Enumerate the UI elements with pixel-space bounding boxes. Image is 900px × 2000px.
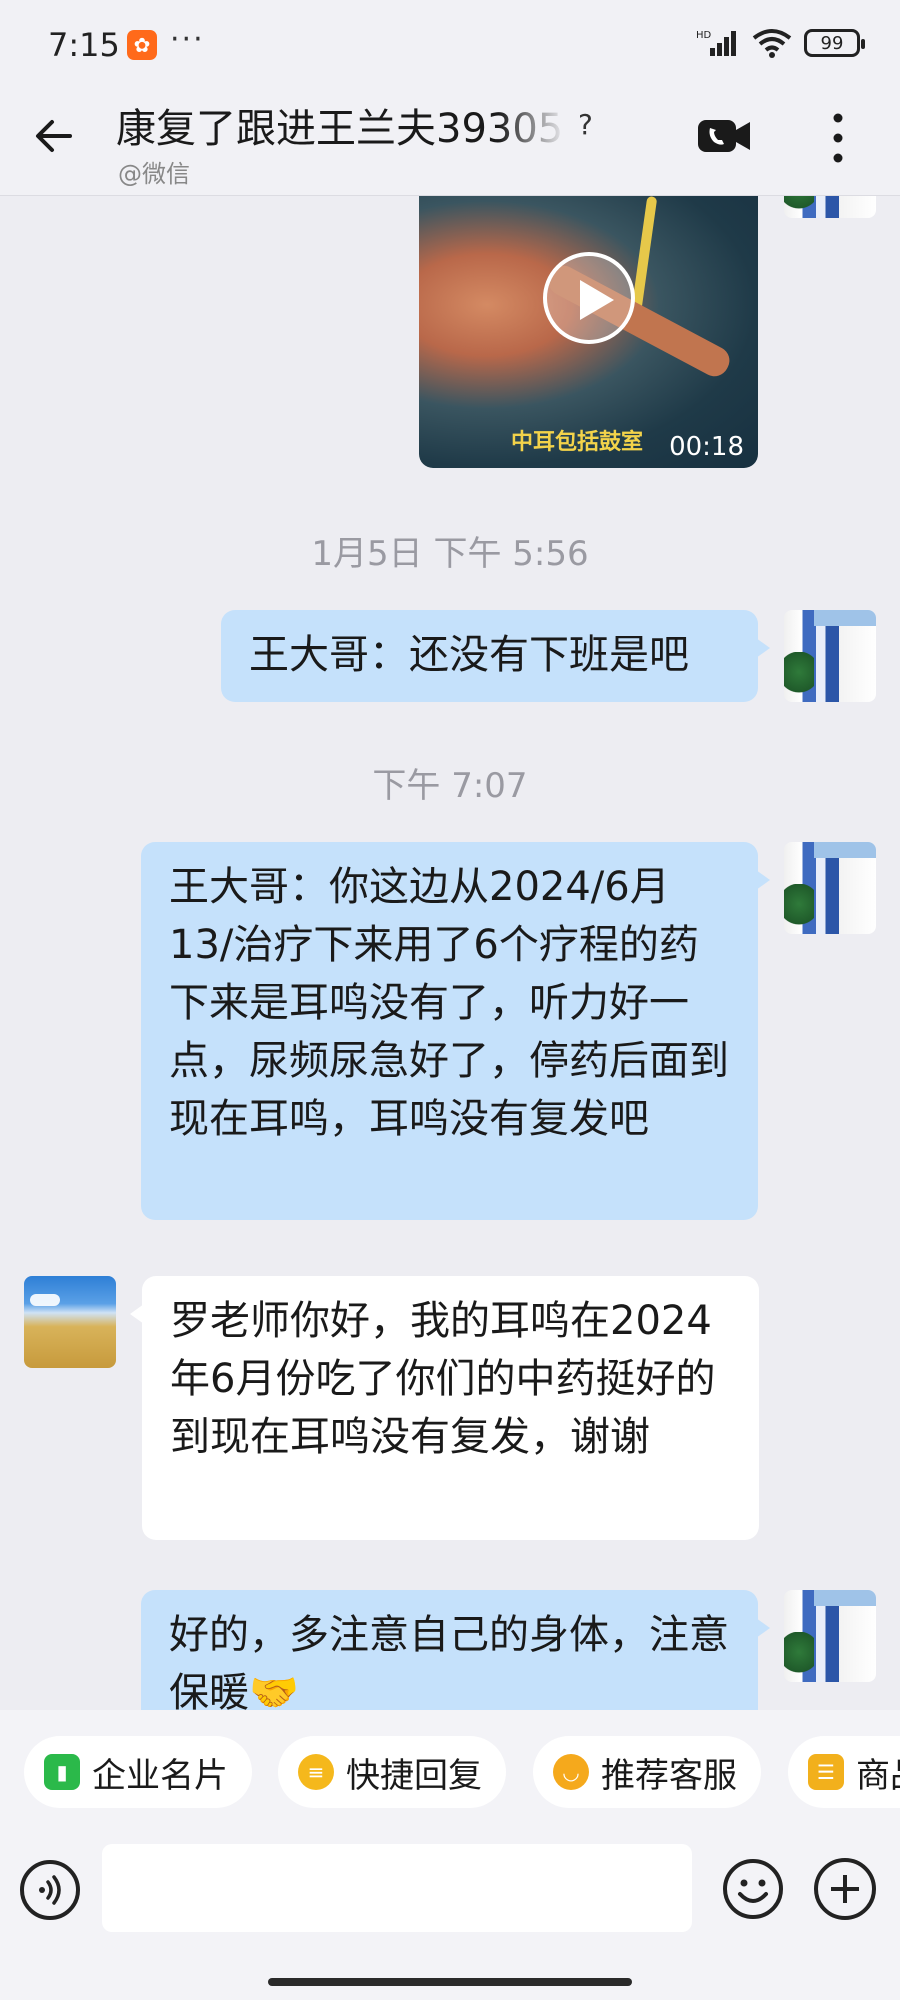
back-arrow-icon[interactable] [30, 112, 78, 160]
input-bar [0, 1830, 900, 2000]
business-card-icon: ▮ [44, 1754, 80, 1790]
chip-quick-reply[interactable]: ≡ 快捷回复 [278, 1736, 506, 1808]
status-bar: 7:15 ✿ ··· HD 99 [0, 0, 900, 90]
plus-icon[interactable] [814, 1858, 876, 1920]
video-duration: 00:18 [669, 432, 744, 462]
quick-reply-icon: ≡ [298, 1754, 334, 1790]
status-more-dots: ··· [170, 22, 205, 57]
status-indicators: HD 99 [696, 28, 865, 58]
message-bubble-outgoing[interactable]: 好的，多注意自己的身体，注意保暖🤝 [141, 1590, 770, 1710]
chip-label: 快捷回复 [346, 1755, 482, 1796]
avatar-self[interactable] [784, 1590, 876, 1682]
wifi-icon [752, 29, 792, 58]
handshake-icon: 🤝 [249, 1670, 299, 1710]
video-call-icon[interactable] [696, 116, 752, 156]
avatar-self[interactable] [784, 196, 876, 218]
message-bubble-outgoing[interactable]: 王大哥：你这边从2024/6月13/治疗下来用了6个疗程的药下来是耳鸣没有了，听… [141, 842, 770, 1220]
chip-product[interactable]: ☰ 商品 [788, 1736, 900, 1808]
voice-icon [39, 1875, 61, 1905]
message-input[interactable] [102, 1844, 692, 1932]
battery-icon: 99 [804, 29, 865, 57]
quick-actions-bar[interactable]: ▮ 企业名片 ≡ 快捷回复 ◡ 推荐客服 ☰ 商品 [0, 1710, 900, 1830]
chat-messages[interactable]: 中耳包括鼓室 00:18 1月5日 下午 5:56 王大哥：还没有下班是吧 下午… [0, 196, 900, 1710]
chip-business-card[interactable]: ▮ 企业名片 [24, 1736, 252, 1808]
avatar-self[interactable] [784, 842, 876, 934]
message-timestamp: 1月5日 下午 5:56 [311, 534, 589, 574]
chip-recommend-service[interactable]: ◡ 推荐客服 [533, 1736, 761, 1808]
avatar-contact[interactable] [24, 1276, 116, 1368]
kuaishou-icon: ✿ [127, 30, 157, 60]
play-icon[interactable] [543, 252, 635, 344]
voice-input-button[interactable] [20, 1860, 80, 1920]
emoji-icon[interactable] [722, 1858, 784, 1920]
help-icon[interactable]: ? [578, 108, 593, 141]
chip-label: 商品 [856, 1755, 900, 1796]
more-options-icon[interactable] [822, 110, 854, 166]
recommend-service-icon: ◡ [553, 1754, 589, 1790]
chat-header: 康复了跟进王兰夫39305 ? @微信 [0, 90, 900, 196]
home-indicator[interactable] [268, 1978, 632, 1986]
status-time: 7:15 [48, 26, 120, 64]
signal-icon: HD [696, 30, 736, 56]
message-bubble-incoming[interactable]: 罗老师你好，我的耳鸣在2024年6月份吃了你们的中药挺好的到现在耳鸣没有复发，谢… [130, 1276, 759, 1540]
video-caption: 中耳包括鼓室 [511, 429, 644, 455]
avatar-self[interactable] [784, 610, 876, 702]
battery-level: 99 [820, 32, 844, 54]
video-message[interactable]: 中耳包括鼓室 00:18 [419, 196, 758, 468]
chip-label: 推荐客服 [601, 1755, 737, 1796]
product-icon: ☰ [808, 1754, 844, 1790]
chat-subtitle: @微信 [118, 160, 190, 188]
chip-label: 企业名片 [92, 1755, 228, 1796]
message-bubble-outgoing[interactable]: 王大哥：还没有下班是吧 [221, 610, 770, 702]
svg-text:HD: HD [696, 30, 712, 41]
chat-title: 康复了跟进王兰夫39305 [116, 106, 564, 152]
message-timestamp: 下午 7:07 [372, 766, 528, 806]
